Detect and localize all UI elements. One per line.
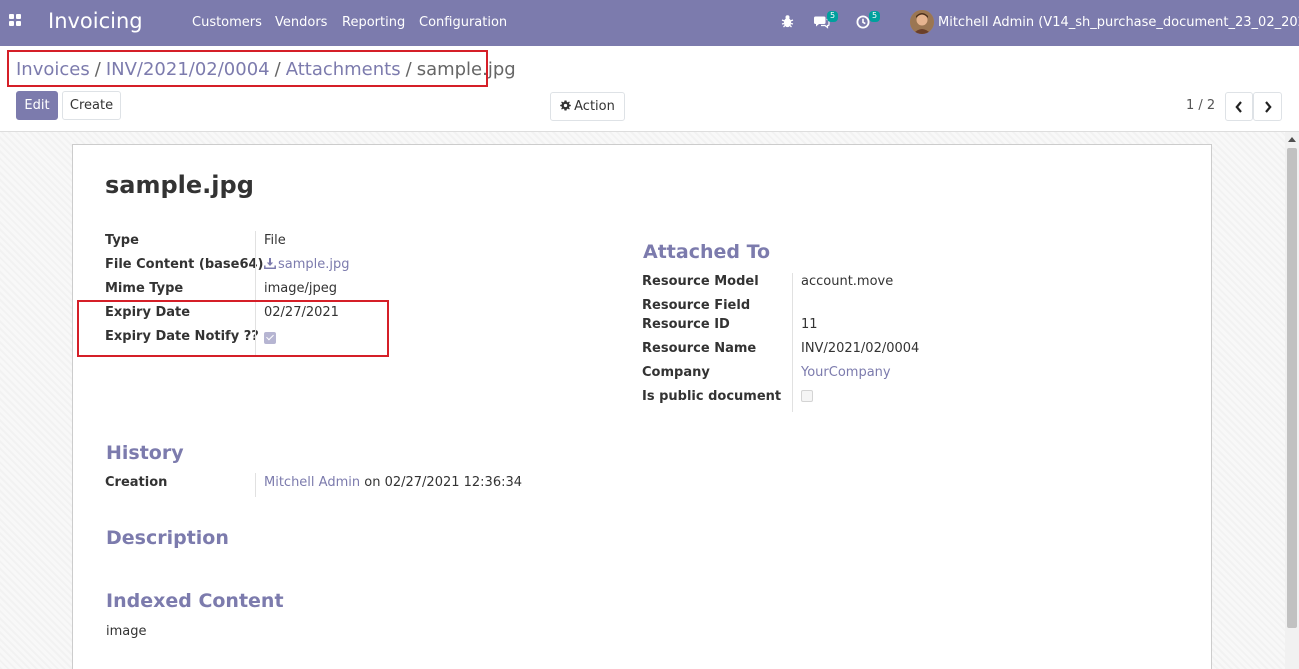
- user-avatar[interactable]: [910, 10, 934, 34]
- resource-id-label: Resource ID: [642, 317, 730, 332]
- form-sheet: sample.jpg Type File File Content (base6…: [72, 144, 1212, 669]
- edit-button[interactable]: Edit: [16, 91, 58, 120]
- public-document-label: Is public document: [642, 389, 782, 404]
- app-name[interactable]: Invoicing: [48, 9, 143, 33]
- attached-to-heading: Attached To: [643, 241, 771, 263]
- activities-count-badge: 5: [869, 11, 881, 22]
- history-heading: History: [106, 442, 184, 464]
- gear-icon: [560, 94, 571, 121]
- creation-label: Creation: [105, 475, 168, 490]
- company-link[interactable]: YourCompany: [801, 365, 891, 380]
- resource-name-label: Resource Name: [642, 341, 757, 356]
- record-title: sample.jpg: [105, 171, 254, 199]
- expiry-date-value: 02/27/2021: [264, 305, 339, 320]
- type-value: File: [264, 233, 286, 248]
- company-label: Company: [642, 365, 710, 380]
- download-icon: [264, 257, 276, 273]
- user-menu[interactable]: Mitchell Admin (V14_sh_purchase_document…: [938, 15, 1299, 30]
- public-document-checkbox[interactable]: [801, 390, 813, 402]
- menu-vendors[interactable]: Vendors: [275, 15, 327, 30]
- action-button-label: Action: [574, 99, 615, 114]
- bug-icon[interactable]: [781, 14, 794, 32]
- menu-reporting[interactable]: Reporting: [342, 15, 405, 30]
- pager-next-button[interactable]: [1253, 92, 1282, 121]
- field-divider: [792, 273, 793, 412]
- chevron-left-icon: [1235, 101, 1242, 113]
- breadcrumb-separator: /: [274, 59, 281, 80]
- breadcrumb-separator: /: [405, 59, 412, 80]
- type-label: Type: [105, 233, 139, 248]
- resource-model-label: Resource Model: [642, 274, 759, 289]
- vertical-scrollbar[interactable]: [1285, 132, 1299, 669]
- breadcrumb-current: sample.jpg: [416, 59, 516, 80]
- file-content-label: File Content (base64): [105, 257, 264, 272]
- resource-field-label: Resource Field: [642, 298, 751, 313]
- mime-type-label: Mime Type: [105, 281, 184, 296]
- create-button-label: Create: [69, 98, 114, 113]
- expiry-date-label: Expiry Date: [105, 305, 191, 320]
- create-button[interactable]: Create: [62, 91, 121, 120]
- resource-model-value: account.move: [801, 274, 894, 289]
- activities-clock-icon[interactable]: [856, 15, 870, 33]
- breadcrumb-invoice[interactable]: INV/2021/02/0004: [106, 59, 270, 80]
- expiry-notify-label: Expiry Date Notify ??: [105, 329, 259, 344]
- scroll-up-arrow-icon[interactable]: [1288, 137, 1296, 142]
- indexed-content-heading: Indexed Content: [106, 590, 284, 612]
- chevron-right-icon: [1264, 101, 1272, 113]
- pager-previous-button[interactable]: [1225, 92, 1253, 121]
- mime-type-value: image/jpeg: [264, 281, 337, 296]
- menu-customers[interactable]: Customers: [192, 15, 262, 30]
- messages-count-badge: 5: [827, 11, 839, 22]
- breadcrumb-separator: /: [94, 59, 101, 80]
- field-divider: [255, 231, 256, 355]
- description-heading: Description: [106, 527, 229, 549]
- creation-datetime: on 02/27/2021 12:36:34: [364, 475, 523, 490]
- control-panel: Invoices / INV/2021/02/0004/Attachments / sa…: [0, 46, 1299, 132]
- creation-value: Mitchell Admin on 02/27/2021 12:36:34: [264, 475, 522, 490]
- field-divider: [255, 473, 256, 497]
- resource-id-value: 11: [801, 317, 818, 332]
- file-download-link[interactable]: sample.jpg: [264, 257, 350, 273]
- creation-user-link[interactable]: Mitchell Admin: [264, 475, 360, 490]
- indexed-content-value: image: [106, 624, 147, 639]
- pager-value[interactable]: 1 / 2: [1186, 98, 1215, 113]
- menu-configuration[interactable]: Configuration: [419, 15, 507, 30]
- expiry-notify-checkbox[interactable]: [264, 332, 276, 344]
- breadcrumb-invoices[interactable]: Invoices: [16, 59, 90, 80]
- top-navbar: Invoicing Customers Vendors Reporting Co…: [0, 0, 1299, 46]
- apps-menu-icon[interactable]: [9, 14, 23, 28]
- scrollbar-thumb[interactable]: [1287, 148, 1297, 628]
- action-button[interactable]: Action: [550, 92, 625, 121]
- file-content-value: sample.jpg: [278, 257, 350, 272]
- breadcrumb: Invoices / INV/2021/02/0004/Attachments / sa…: [16, 59, 516, 80]
- resource-name-value: INV/2021/02/0004: [801, 341, 920, 356]
- breadcrumb-attachments[interactable]: Attachments: [286, 59, 401, 80]
